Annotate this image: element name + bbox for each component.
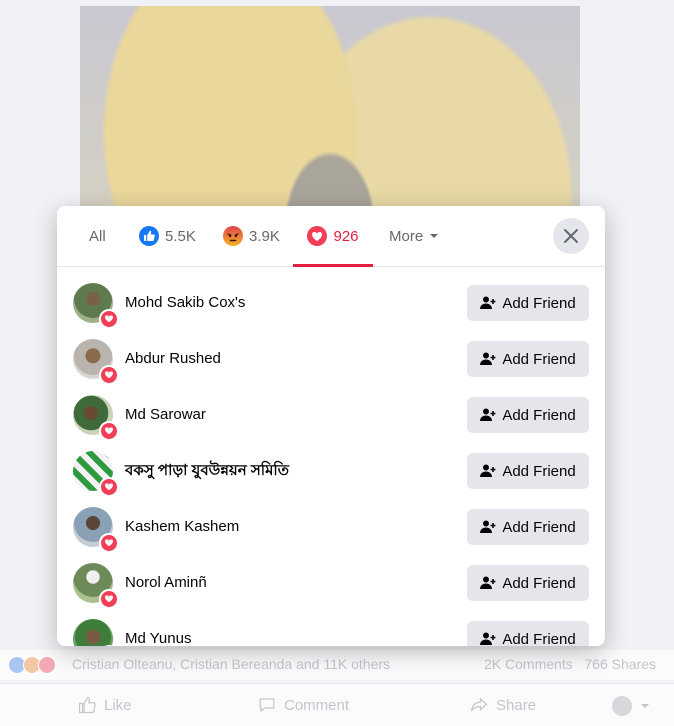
- tab-love-count: 926: [333, 227, 359, 245]
- like-action-label: Like: [104, 696, 132, 714]
- add-friend-button[interactable]: Add Friend: [467, 509, 589, 545]
- tab-all[interactable]: All: [89, 206, 106, 266]
- add-friend-button[interactable]: Add Friend: [467, 565, 589, 601]
- tab-like[interactable]: 5.5K: [139, 206, 196, 266]
- angry-reaction-icon: [223, 226, 243, 246]
- add-friend-icon: [480, 408, 496, 421]
- comment-action-label: Comment: [284, 696, 350, 714]
- love-reaction-icon: [99, 533, 119, 553]
- tab-love[interactable]: 926: [293, 206, 373, 267]
- comments-count: 2K Comments: [484, 656, 573, 672]
- love-reaction-icon: [99, 477, 119, 497]
- tab-like-count: 5.5K: [165, 227, 196, 245]
- post-actions-bar: Like Comment Share: [0, 683, 674, 726]
- add-friend-button[interactable]: Add Friend: [467, 341, 589, 377]
- like-action: Like: [78, 696, 132, 714]
- post-stats-bar: Cristian Olteanu, Cristian Bereanda and …: [0, 650, 674, 680]
- add-friend-icon: [480, 576, 496, 589]
- add-friend-icon: [480, 352, 496, 365]
- love-reaction-icon: [99, 589, 119, 609]
- tab-angry[interactable]: 3.9K: [223, 206, 280, 266]
- thumbs-up-icon: [78, 696, 96, 714]
- person-name[interactable]: Kashem Kashem: [125, 499, 239, 555]
- reactions-dialog: All 5.5K 3.9K 926 More Mohd Sakib Cox's …: [57, 206, 605, 646]
- comment-icon: [259, 698, 275, 713]
- caret-down-icon: [430, 234, 439, 238]
- reaction-tabs: All 5.5K 3.9K 926 More: [57, 206, 605, 267]
- person-name[interactable]: Abdur Rushed: [125, 331, 221, 387]
- add-friend-icon: [480, 632, 496, 645]
- close-button[interactable]: [553, 218, 589, 254]
- add-friend-button[interactable]: Add Friend: [467, 453, 589, 489]
- add-friend-icon: [480, 520, 496, 533]
- share-action-label: Share: [496, 696, 537, 714]
- love-reaction-icon: [99, 365, 119, 385]
- list-item: Abdur Rushed Add Friend: [57, 331, 605, 387]
- add-friend-label: Add Friend: [502, 518, 576, 536]
- reaction-summary-icons: [8, 656, 56, 674]
- add-friend-button[interactable]: Add Friend: [467, 621, 589, 646]
- tab-angry-count: 3.9K: [249, 227, 280, 245]
- share-icon: [470, 697, 488, 712]
- audience-selector: [612, 696, 650, 716]
- list-item: Kashem Kashem Add Friend: [57, 499, 605, 555]
- person-name[interactable]: Mohd Sakib Cox's: [125, 275, 245, 331]
- list-item: Norol Aminñ Add Friend: [57, 555, 605, 611]
- love-reaction-icon: [99, 421, 119, 441]
- close-icon: [564, 229, 578, 243]
- tab-more-label: More: [389, 227, 424, 245]
- tab-all-label: All: [89, 227, 106, 245]
- list-item: Md Sarowar Add Friend: [57, 387, 605, 443]
- add-friend-label: Add Friend: [502, 294, 576, 312]
- love-reaction-icon: [38, 656, 56, 674]
- add-friend-button[interactable]: Add Friend: [467, 397, 589, 433]
- reactor-list[interactable]: Mohd Sakib Cox's Add Friend Abdur Rushed…: [57, 267, 605, 646]
- list-item: Mohd Sakib Cox's Add Friend: [57, 275, 605, 331]
- tab-more[interactable]: More: [389, 206, 439, 266]
- add-friend-icon: [480, 296, 496, 309]
- avatar: [612, 696, 632, 716]
- list-item: Md Yunus Add Friend: [57, 611, 605, 646]
- like-reaction-icon: [139, 226, 159, 246]
- comment-action: Comment: [258, 696, 349, 714]
- list-item: বকসু পাড়া যুবউন্নয়ন সমিতি Add Friend: [57, 443, 605, 499]
- person-name[interactable]: Md Sarowar: [125, 387, 206, 443]
- caret-down-icon: [641, 704, 649, 708]
- add-friend-label: Add Friend: [502, 574, 576, 592]
- person-name[interactable]: Norol Aminñ: [125, 555, 207, 611]
- add-friend-icon: [480, 464, 496, 477]
- love-reaction-icon: [307, 226, 328, 246]
- love-reaction-icon: [99, 309, 119, 329]
- add-friend-label: Add Friend: [502, 406, 576, 424]
- share-action: Share: [470, 696, 536, 714]
- person-name[interactable]: Md Yunus: [125, 611, 191, 646]
- add-friend-label: Add Friend: [502, 350, 576, 368]
- reactors-names: Cristian Olteanu, Cristian Bereanda and …: [72, 656, 391, 672]
- avatar[interactable]: [73, 619, 113, 646]
- add-friend-label: Add Friend: [502, 630, 576, 647]
- comment-share-counts: 2K Comments 766 Shares: [484, 656, 656, 672]
- add-friend-button[interactable]: Add Friend: [467, 285, 589, 321]
- shares-count: 766 Shares: [584, 656, 656, 672]
- person-name[interactable]: বকসু পাড়া যুবউন্নয়ন সমিতি: [125, 443, 289, 499]
- add-friend-label: Add Friend: [502, 462, 576, 480]
